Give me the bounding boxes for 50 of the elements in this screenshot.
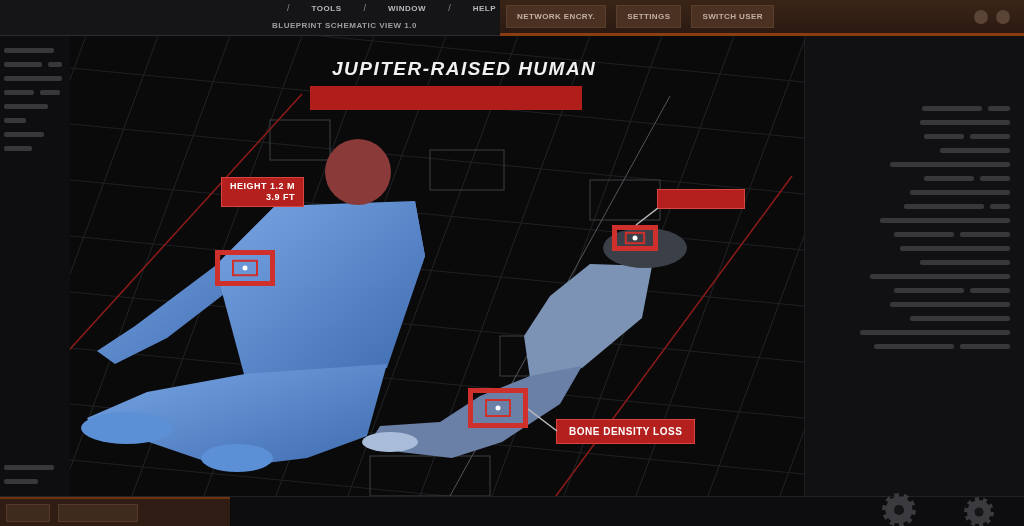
header-button[interactable]: NETWORK ENCRY. xyxy=(506,5,607,28)
round-control-icon[interactable] xyxy=(974,9,988,24)
toolbar-button[interactable] xyxy=(58,504,138,522)
blurred-text-bar xyxy=(4,90,34,95)
blurred-text-bar xyxy=(4,465,54,470)
toolbar-button[interactable] xyxy=(6,504,50,522)
blurred-text-bar xyxy=(4,132,44,137)
round-control-icon[interactable] xyxy=(996,9,1010,24)
gear-icon[interactable] xyxy=(882,493,916,526)
height-tag-text: HEIGHT 1.2 M xyxy=(230,181,295,192)
blurred-text-bar xyxy=(4,76,62,81)
blurred-text-bar xyxy=(988,106,1010,111)
leader-line xyxy=(635,208,659,226)
menu-separator: / xyxy=(287,3,290,13)
blurred-text-bar xyxy=(894,232,954,237)
menu-separator: / xyxy=(363,3,367,13)
header-button[interactable]: SETTINGS xyxy=(616,5,682,28)
blurred-text-bar xyxy=(40,90,60,95)
blurred-text-bar xyxy=(970,134,1010,139)
target-marker-icon xyxy=(468,388,528,428)
blurred-text-bar xyxy=(4,118,26,123)
target-marker-icon xyxy=(215,250,275,286)
blurred-text-bar xyxy=(990,204,1010,209)
menu-item[interactable]: HELP xyxy=(472,3,496,13)
height-tag-text: 3.9 FT xyxy=(266,192,295,203)
blurred-text-bar xyxy=(924,176,974,181)
blurred-text-bar xyxy=(4,146,32,151)
blurred-text-bar xyxy=(48,62,62,67)
header-button[interactable]: SWITCH USER xyxy=(691,5,774,28)
bone-density-tag: BONE DENSITY LOSS xyxy=(557,420,695,443)
blurred-text-bar xyxy=(940,148,1010,153)
blurred-text-bar xyxy=(960,232,1010,237)
blurred-text-bar xyxy=(4,48,54,53)
schematic-title: JUPITER-RAISED HUMAN xyxy=(332,58,597,80)
view-subtitle: BLUEPRINT SCHEMATIC VIEW 1.0 xyxy=(272,20,417,30)
leader-line xyxy=(528,408,558,432)
blurred-text-bar xyxy=(894,288,964,293)
target-marker-icon xyxy=(612,225,658,251)
menu-separator: / xyxy=(448,3,451,13)
menu-item[interactable]: WINDOW xyxy=(388,3,427,13)
blurred-text-bar xyxy=(4,62,42,67)
menu-item[interactable]: TOOLS xyxy=(311,3,342,13)
blurred-text-bar xyxy=(960,344,1010,349)
blurred-text-bar xyxy=(970,288,1010,293)
blurred-text-bar xyxy=(922,106,982,111)
blurred-text-bar xyxy=(924,134,964,139)
blurred-text-bar xyxy=(4,104,48,109)
gear-icon[interactable] xyxy=(964,497,994,526)
blurred-text-bar xyxy=(4,479,38,484)
blurred-text-bar xyxy=(980,176,1010,181)
